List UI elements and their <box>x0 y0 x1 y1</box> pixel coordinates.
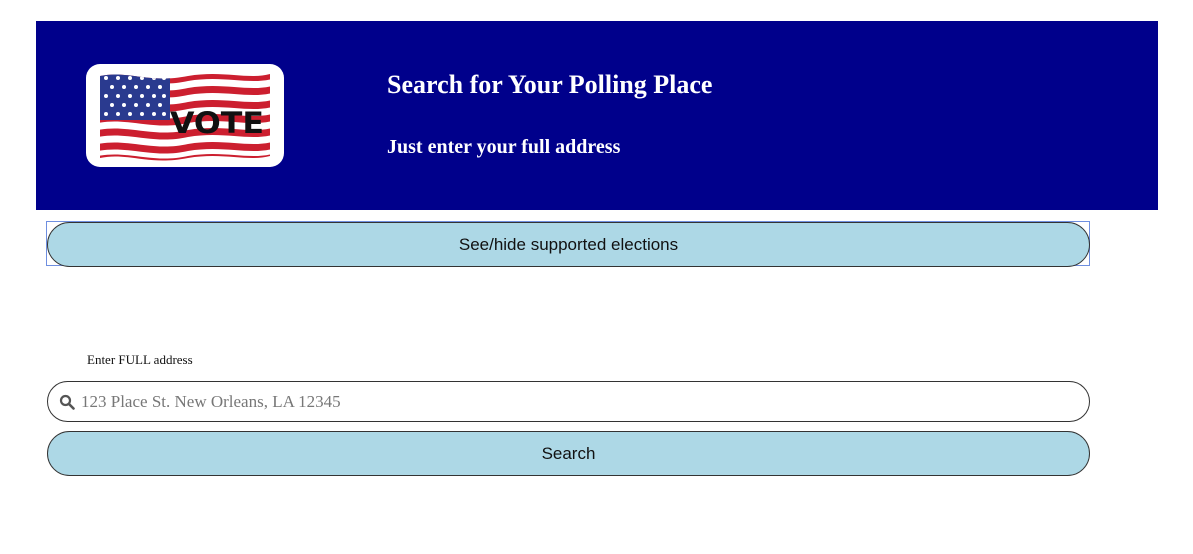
search-button[interactable]: Search <box>47 431 1090 476</box>
logo-vote-text: VOTE <box>170 106 264 140</box>
address-search-field[interactable] <box>47 381 1090 422</box>
header-banner: VOTE Search for Your Polling Place Just … <box>36 21 1158 210</box>
vote-logo: VOTE <box>86 64 284 167</box>
page-title: Search for Your Polling Place <box>387 70 713 99</box>
toggle-elections-button[interactable]: See/hide supported elections <box>47 222 1090 267</box>
flag-icon: VOTE <box>100 74 270 161</box>
address-input[interactable] <box>81 382 1071 421</box>
search-icon <box>59 394 75 410</box>
page-subtitle: Just enter your full address <box>387 136 621 158</box>
address-label: Enter FULL address <box>87 352 193 367</box>
